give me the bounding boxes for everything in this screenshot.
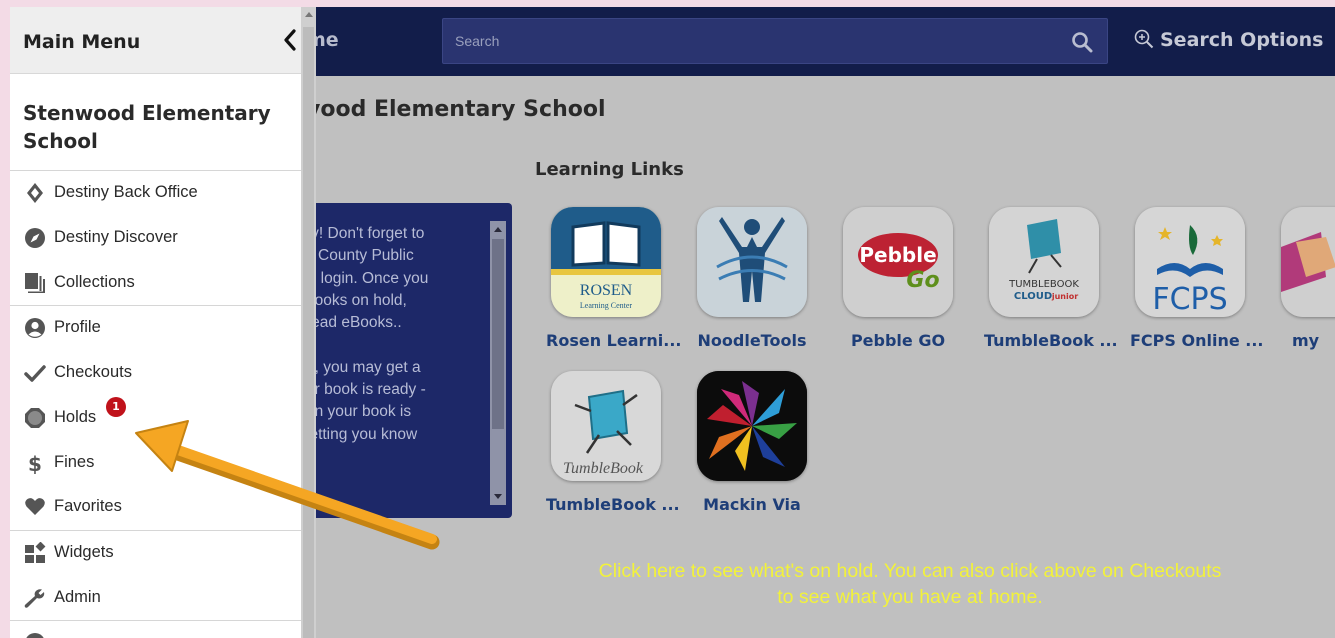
scroll-thumb[interactable] — [303, 27, 314, 638]
pebble-go-logo[interactable]: Pebble Go — [843, 207, 953, 317]
menu-header: Main Menu — [10, 7, 301, 74]
menu-item-destiny-discover[interactable]: Destiny Discover — [10, 217, 301, 259]
page-title: vood Elementary School — [306, 97, 606, 122]
menu-item-label: Collections — [54, 273, 135, 291]
side-menu: Main Menu Stenwood Elementary School Des… — [10, 7, 316, 638]
dollar-icon: $ — [28, 452, 42, 474]
menu-item-checkouts[interactable]: Checkouts — [10, 352, 301, 394]
link-tile-mackin-via[interactable]: Mackin Via — [692, 371, 812, 514]
menu-item-destiny-back-office[interactable]: Destiny Back Office — [10, 172, 301, 214]
scroll-up-icon[interactable] — [494, 227, 502, 232]
menu-title: Main Menu — [23, 31, 141, 53]
checkmark-icon — [24, 365, 46, 382]
menu-item-favorites[interactable]: Favorites — [10, 486, 301, 528]
link-tile-noodletools[interactable]: NoodleTools — [692, 207, 812, 350]
link-label[interactable]: Pebble GO — [838, 331, 958, 350]
menu-item-label: Destiny Back Office — [54, 183, 198, 201]
svg-text:$: $ — [28, 452, 42, 474]
menu-item-label: Destiny Discover — [54, 228, 178, 246]
holds-count-badge: 1 — [106, 397, 126, 417]
widgets-icon — [25, 542, 46, 563]
menu-divider — [10, 620, 301, 621]
menu-item-admin[interactable]: Admin — [10, 577, 301, 619]
link-label[interactable]: NoodleTools — [692, 331, 812, 350]
menu-item-label: Favorites — [54, 497, 122, 515]
my-logo[interactable] — [1281, 207, 1335, 317]
svg-text:TUMBLEBOOK: TUMBLEBOOK — [1008, 279, 1079, 290]
svg-text:junior: junior — [1051, 292, 1078, 301]
help-icon[interactable] — [24, 632, 46, 638]
link-label[interactable]: Mackin Via — [692, 495, 812, 514]
tumblebook-logo[interactable]: TumbleBook — [551, 371, 661, 481]
link-tile-fcps-online[interactable]: FCPS FCPS Online ... — [1130, 207, 1264, 350]
wrench-icon — [24, 589, 45, 608]
svg-text:Pebble: Pebble — [859, 243, 936, 267]
menu-item-label: Widgets — [54, 543, 114, 561]
svg-text:CLOUD: CLOUD — [1014, 291, 1052, 302]
search-input[interactable] — [455, 30, 1035, 52]
link-label[interactable]: Rosen Learni... — [546, 331, 682, 350]
tumblebook-cloud-logo[interactable]: TUMBLEBOOK CLOUD junior — [989, 207, 1099, 317]
menu-divider — [10, 305, 301, 306]
menu-item-collections[interactable]: Collections — [10, 262, 301, 304]
menu-item-holds[interactable]: Holds — [10, 397, 301, 439]
menu-item-label: Checkouts — [54, 363, 132, 381]
menu-divider — [10, 170, 301, 171]
menu-item-label: Admin — [54, 588, 101, 606]
app-frame: me Search Options vood Elementary School… — [10, 7, 1335, 638]
chevron-left-icon[interactable] — [281, 27, 299, 53]
menu-divider — [10, 530, 301, 531]
link-tile-pebble-go[interactable]: Pebble Go Pebble GO — [838, 207, 958, 350]
tutorial-caption: Click here to see what's on hold. You ca… — [598, 560, 1222, 608]
svg-text:ROSEN: ROSEN — [580, 282, 633, 299]
heart-icon — [25, 498, 45, 515]
menu-item-label: Fines — [54, 453, 95, 471]
search-icon[interactable] — [1071, 31, 1093, 53]
noodletools-logo[interactable] — [697, 207, 807, 317]
menu-item-label: Profile — [54, 318, 101, 336]
link-tile-my[interactable]: my — [1276, 207, 1335, 350]
link-tile-tumblebook[interactable]: TumbleBook TumbleBook ... — [546, 371, 680, 514]
collections-icon — [25, 273, 45, 293]
scroll-thumb[interactable] — [492, 239, 504, 429]
svg-text:Go: Go — [906, 268, 939, 293]
rosen-logo[interactable]: ROSEN Learning Center — [551, 207, 661, 317]
message-text: ry! Don't forget to x County Public S lo… — [306, 225, 429, 443]
menu-item-fines[interactable]: $ Fines — [10, 442, 301, 484]
message-scrollbar[interactable] — [490, 221, 506, 505]
menu-item-widgets[interactable]: Widgets — [10, 532, 301, 574]
menu-scrollbar[interactable] — [301, 7, 316, 638]
scroll-down-icon[interactable] — [494, 494, 502, 499]
svg-text:Learning Center: Learning Center — [580, 301, 633, 310]
user-circle-icon — [25, 318, 45, 338]
menu-item-label: Holds — [54, 408, 97, 426]
search-options-label: Search Options — [1160, 29, 1324, 51]
link-tile-tumblebook-cloud[interactable]: TUMBLEBOOK CLOUD junior TumbleBook ... — [984, 207, 1118, 350]
zoom-plus-icon — [1134, 29, 1154, 49]
search-box[interactable] — [442, 18, 1108, 64]
fcps-logo[interactable]: FCPS — [1135, 207, 1245, 317]
octagon-icon — [25, 408, 45, 428]
link-label[interactable]: TumbleBook ... — [984, 331, 1118, 350]
svg-text:TumbleBook: TumbleBook — [563, 460, 644, 477]
menu-school-name: Stenwood Elementary School — [23, 101, 271, 153]
compass-icon — [25, 228, 45, 248]
link-tile-rosen[interactable]: ROSEN Learning Center Rosen Learni... — [546, 207, 682, 350]
link-label[interactable]: TumbleBook ... — [546, 495, 680, 514]
svg-text:FCPS: FCPS — [1152, 282, 1227, 317]
menu-item-profile[interactable]: Profile — [10, 307, 301, 349]
destiny-icon — [27, 183, 43, 203]
mackin-via-logo[interactable] — [697, 371, 807, 481]
link-label[interactable]: my — [1276, 331, 1335, 350]
scroll-up-icon[interactable] — [305, 12, 313, 17]
link-label[interactable]: FCPS Online ... — [1130, 331, 1264, 350]
search-options-button[interactable]: Search Options — [1134, 29, 1323, 51]
learning-links-title: Learning Links — [535, 159, 684, 180]
